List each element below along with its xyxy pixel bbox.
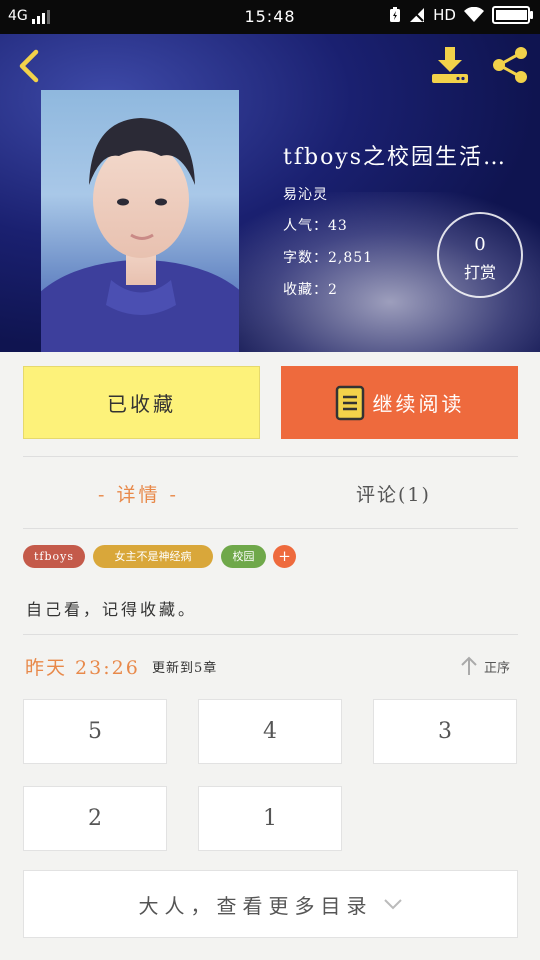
share-icon — [493, 47, 527, 83]
share-button[interactable] — [488, 44, 532, 86]
battery-icon — [492, 6, 533, 24]
favorites-stat: 收藏：2 — [283, 282, 338, 298]
chevron-down-icon — [383, 899, 402, 910]
popularity-stat: 人气：43 — [283, 218, 348, 234]
book-title: tfboys之校园生活… — [283, 145, 508, 170]
sort-order-label: 正序 — [484, 660, 511, 676]
book-header: tfboys之校园生活… 易沁灵 人气：43 字数：2,851 收藏：2 0 打… — [0, 34, 540, 352]
tip-count: 0 — [474, 234, 486, 255]
cover-portrait-image — [41, 118, 239, 352]
book-cover[interactable] — [41, 90, 239, 352]
tab-detail[interactable]: - 详情 - — [98, 480, 179, 510]
download-button[interactable] — [428, 44, 472, 86]
battery-saver-icon — [390, 7, 401, 22]
continue-reading-label: 继续阅读 — [372, 392, 465, 416]
chapter-button[interactable]: 5 — [23, 699, 167, 764]
tag-tfboys[interactable]: tfboys — [23, 545, 85, 568]
tab-comments[interactable]: 评论(1) — [356, 480, 431, 510]
back-icon — [19, 49, 39, 83]
add-tag-button[interactable]: + — [273, 545, 296, 568]
chapter-button[interactable]: 3 — [373, 699, 517, 764]
tip-label: 打赏 — [463, 263, 496, 282]
tag-heroine[interactable]: 女主不是神经病 — [93, 545, 213, 568]
status-bar: 4G 15:48 HD — [0, 0, 540, 34]
more-chapters-button[interactable]: 大人，查看更多目录 — [23, 870, 518, 938]
download-icon — [432, 47, 468, 83]
sort-order-button[interactable]: 正序 — [460, 654, 510, 678]
chapter-button[interactable]: 2 — [23, 786, 167, 851]
collected-label: 已收藏 — [107, 392, 176, 416]
continue-reading-button[interactable]: 继续阅读 — [281, 366, 518, 439]
status-icons: HD — [389, 6, 533, 24]
tip-button[interactable]: 0 打赏 — [437, 212, 523, 298]
divider — [23, 634, 518, 635]
wifi-icon — [464, 7, 484, 22]
back-button[interactable] — [12, 46, 48, 86]
update-time: 昨天 23:26 — [25, 657, 140, 679]
book-description: 自己看，记得收藏。 — [26, 600, 198, 619]
chapter-button[interactable]: 1 — [198, 786, 342, 851]
hd-indicator: HD — [433, 6, 456, 24]
book-icon — [335, 385, 364, 420]
word-count-stat: 字数：2,851 — [283, 250, 374, 266]
no-signal-icon — [410, 8, 425, 22]
arrow-up-icon — [461, 656, 477, 675]
divider — [23, 528, 518, 529]
collected-button[interactable]: 已收藏 — [23, 366, 260, 439]
update-status: 更新到5章 — [152, 661, 218, 676]
book-author[interactable]: 易沁灵 — [283, 184, 328, 204]
chapter-button[interactable]: 4 — [198, 699, 342, 764]
tag-campus[interactable]: 校园 — [221, 545, 266, 568]
more-chapters-label: 大人，查看更多目录 — [138, 893, 373, 918]
divider — [23, 456, 518, 457]
